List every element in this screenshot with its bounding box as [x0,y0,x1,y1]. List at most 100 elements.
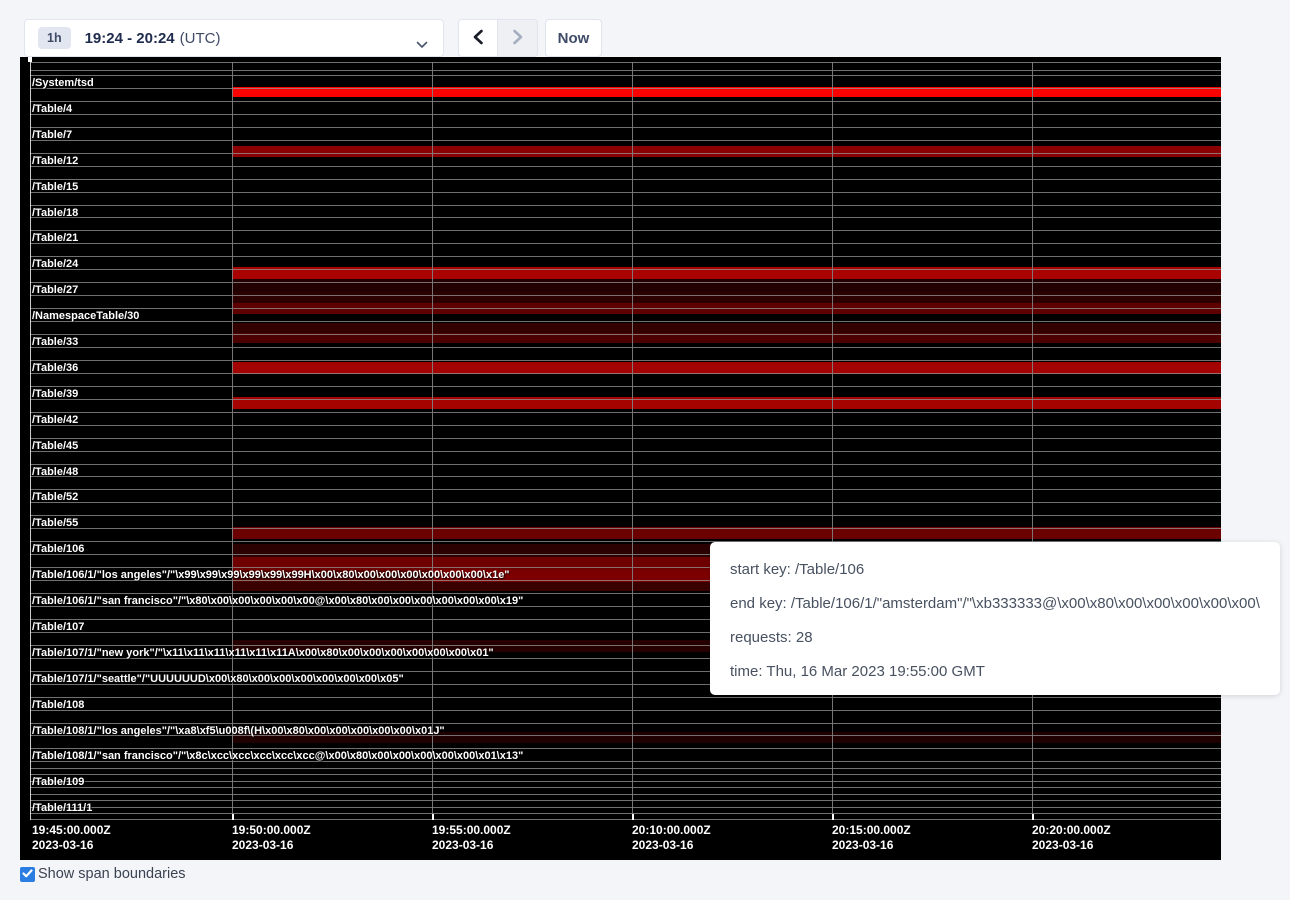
row-label: /Table/107 [32,621,84,633]
axis-date-label: 2023-03-16 [32,838,93,852]
span-boundary-line [30,295,1221,296]
span-boundary-line [30,723,1221,724]
span-boundary-line [30,399,1221,400]
span-boundary-line [30,489,1221,490]
span-boundary-line [30,800,1221,801]
span-boundary-line [30,75,1221,76]
row-label: /Table/15 [32,181,78,193]
row-label: /Table/111/1 [32,802,92,814]
span-boundary-line [30,425,1221,426]
span-boundary-line [30,476,1221,477]
span-boundary-line [30,256,1221,257]
span-boundary-line [30,269,1221,270]
span-boundary-line [30,153,1221,154]
chevron-left-icon [472,29,484,48]
chevron-down-icon [416,36,428,54]
row-label: /Table/12 [32,155,78,167]
time-range-select[interactable]: 1h 19:24 - 20:24 (UTC) [24,19,444,57]
row-label: /Table/27 [32,284,78,296]
checkmark-icon [22,865,33,883]
span-boundary-line [30,308,1221,309]
span-boundary-line [30,62,1221,63]
row-label: /Table/39 [32,388,78,400]
span-boundary-line [30,697,1221,698]
axis-date-label: 2023-03-16 [232,838,293,852]
range-timezone: (UTC) [180,30,221,47]
show-span-boundaries-row[interactable]: Show span boundaries [20,866,186,882]
row-label: /Table/107/1/"new york"/"\x11\x11\x11\x1… [32,647,494,659]
row-label: /Table/33 [32,336,78,348]
axis-tick-mark [1032,814,1034,820]
span-boundary-line [30,217,1221,218]
now-button[interactable]: Now [545,19,602,57]
row-label: /Table/109 [32,776,84,788]
tooltip-end-key: end key: /Table/106/1/"amsterdam"/"\xb33… [730,587,1260,621]
span-boundary-line [30,101,1221,102]
range-text: 19:24 - 20:24 [85,30,175,47]
row-label: /Table/108/1/"san francisco"/"\x8c\xcc\x… [32,750,523,762]
span-boundary-line [30,813,1221,814]
heat-band [232,323,1221,333]
span-boundary-line [30,502,1221,503]
span-boundary-line [30,347,1221,348]
span-boundary-line [30,787,1221,788]
span-boundary-line [30,334,1221,335]
row-label: /Table/21 [32,232,78,244]
row-label: /Table/108 [32,699,84,711]
span-boundary-line [30,794,1221,795]
span-boundary-line [30,774,1221,775]
time-gridline [232,62,233,820]
axis-date-label: 2023-03-16 [1032,838,1093,852]
hover-tooltip: start key: /Table/106 end key: /Table/10… [710,542,1280,695]
range-duration-badge: 1h [38,27,71,49]
next-range-button[interactable] [498,19,538,57]
row-label: /Table/55 [32,517,78,529]
span-boundary-line [30,781,1221,782]
prev-range-button[interactable] [458,19,498,57]
show-span-boundaries-label: Show span boundaries [38,866,186,882]
time-gridline [1032,62,1033,820]
span-boundary-line [30,528,1221,529]
row-label: /Table/52 [32,491,78,503]
span-boundary-line [30,282,1221,283]
row-label: /Table/36 [32,362,78,374]
span-boundary-line [30,127,1221,128]
time-gridline [832,62,833,820]
span-boundary-line [30,230,1221,231]
span-boundary-line [30,464,1221,465]
row-label: /Table/4 [32,103,72,115]
axis-time-label: 20:10:00.000Z [632,823,711,837]
span-boundary-line [30,192,1221,193]
plot-corner-tick [28,57,32,62]
row-label: /Table/18 [32,207,78,219]
row-label: /Table/107/1/"seattle"/"UUUUUUD\x00\x80\… [32,673,404,685]
chevron-right-icon [512,29,524,48]
axis-tick-mark [432,814,434,820]
span-boundary-line [30,515,1221,516]
span-boundary-line [30,166,1221,167]
heat-band [232,146,1221,157]
span-boundary-line [30,807,1221,808]
row-label: /Table/7 [32,129,72,141]
time-gridline [632,62,633,820]
key-visualizer-heatmap[interactable]: /System/tsd/Table/4/Table/7/Table/12/Tab… [20,57,1221,860]
tooltip-start-key: start key: /Table/106 [730,553,1260,587]
axis-tick-mark [632,814,634,820]
span-boundary-line [30,748,1221,749]
span-boundary-line [30,205,1221,206]
time-range-nav [458,19,538,57]
row-label: /Table/106/1/"los angeles"/"\x99\x99\x99… [32,569,510,581]
row-label: /Table/45 [32,440,78,452]
heat-band [232,279,1221,292]
span-boundary-line [30,819,1221,820]
row-label: /Table/106 [32,543,84,555]
axis-time-label: 20:15:00.000Z [832,823,911,837]
tooltip-time: time: Thu, 16 Mar 2023 19:55:00 GMT [730,655,1260,689]
span-boundary-line [30,321,1221,322]
span-boundary-line [30,140,1221,141]
span-boundary-line [30,114,1221,115]
show-span-boundaries-checkbox[interactable] [20,867,35,882]
span-boundary-line [30,768,1221,769]
span-boundary-line [30,386,1221,387]
span-boundary-line [30,438,1221,439]
